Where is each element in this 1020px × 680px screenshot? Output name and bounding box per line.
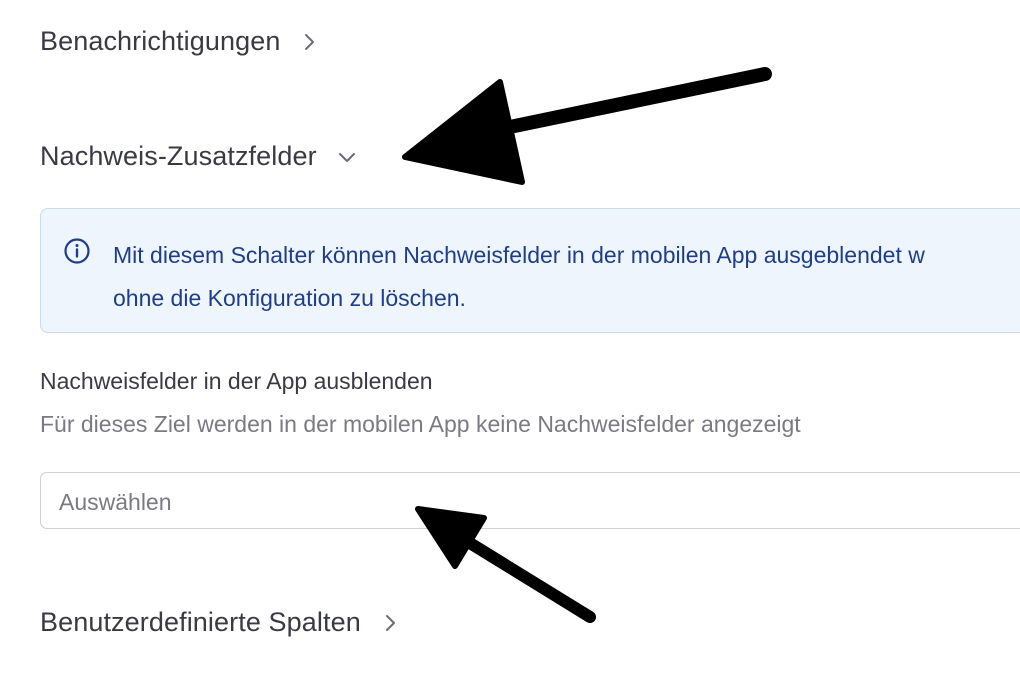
section-notifications-title: Benachrichtigungen (40, 26, 281, 56)
info-message-line-1: Mit diesem Schalter können Nachweisfelde… (113, 242, 925, 268)
section-notifications[interactable]: Benachrichtigungen (40, 26, 316, 57)
hide-fields-select[interactable]: Auswählen (40, 472, 1020, 529)
chevron-right-icon (302, 32, 316, 52)
annotation-arrows (402, 67, 772, 623)
section-custom-columns-title: Benutzerdefinierte Spalten (40, 607, 361, 637)
chevron-right-icon (383, 613, 397, 633)
chevron-down-icon (337, 150, 357, 164)
info-message: Mit diesem Schalter können Nachweisfelde… (113, 234, 1020, 320)
info-alert: Mit diesem Schalter können Nachweisfelde… (40, 208, 1020, 333)
annotation-arrow-top (402, 67, 772, 185)
section-proof-fields-title: Nachweis-Zusatzfelder (40, 141, 317, 171)
hide-fields-label: Nachweisfelder in der App ausblenden (40, 368, 433, 394)
hide-fields-select-placeholder: Auswählen (59, 489, 172, 515)
info-icon (63, 237, 91, 270)
section-custom-columns[interactable]: Benutzerdefinierte Spalten (40, 607, 397, 638)
info-message-line-2: ohne die Konfiguration zu löschen. (113, 285, 466, 311)
section-proof-fields[interactable]: Nachweis-Zusatzfelder (40, 141, 357, 172)
hide-fields-description: Für dieses Ziel werden in der mobilen Ap… (40, 411, 801, 437)
settings-page: Benachrichtigungen Nachweis-Zusatzfelder… (0, 0, 1020, 680)
